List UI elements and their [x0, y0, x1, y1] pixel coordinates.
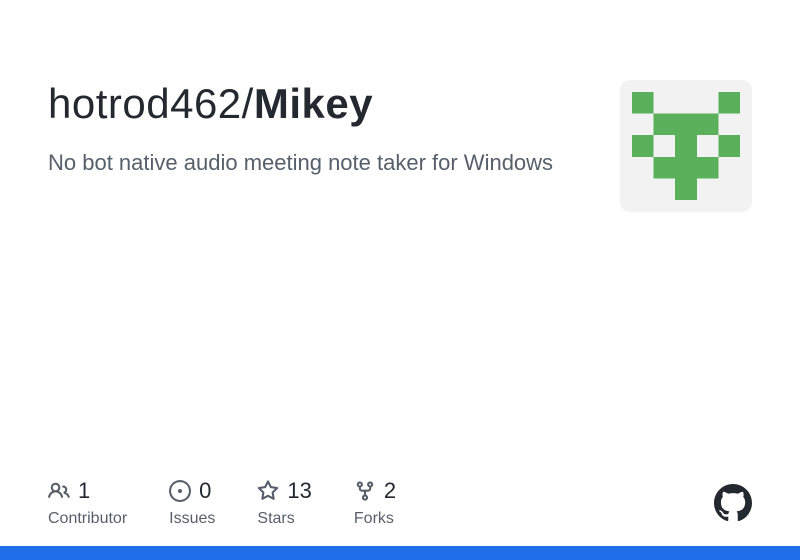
stat-value: 1	[78, 478, 90, 504]
stat-label: Forks	[354, 510, 396, 528]
repo-description: No bot native audio meeting note taker f…	[48, 146, 596, 179]
stat-label: Contributor	[48, 510, 127, 528]
fork-icon	[354, 480, 376, 502]
stat-top: 2	[354, 478, 396, 504]
issue-icon	[169, 480, 191, 502]
people-icon	[48, 480, 70, 502]
avatar[interactable]	[620, 80, 752, 212]
stat-stars[interactable]: 13 Stars	[257, 478, 311, 528]
title-block: hotrod462/Mikey No bot native audio meet…	[48, 80, 596, 179]
stats: 1 Contributor 0 Issues 13 Stars	[48, 478, 396, 528]
header-row: hotrod462/Mikey No bot native audio meet…	[48, 80, 752, 212]
stat-top: 0	[169, 478, 215, 504]
star-icon	[257, 480, 279, 502]
stat-value: 0	[199, 478, 211, 504]
repo-owner[interactable]: hotrod462	[48, 80, 242, 127]
stat-top: 1	[48, 478, 127, 504]
stat-label: Issues	[169, 510, 215, 528]
accent-bar	[0, 546, 800, 560]
stats-row: 1 Contributor 0 Issues 13 Stars	[48, 478, 752, 528]
avatar-pixel-icon	[632, 92, 740, 200]
stat-label: Stars	[257, 510, 311, 528]
stat-issues[interactable]: 0 Issues	[169, 478, 215, 528]
stat-value: 13	[287, 478, 311, 504]
repo-title: hotrod462/Mikey	[48, 80, 596, 128]
repo-name[interactable]: Mikey	[254, 80, 373, 127]
stat-value: 2	[384, 478, 396, 504]
github-logo-icon[interactable]	[714, 484, 752, 522]
repo-card: hotrod462/Mikey No bot native audio meet…	[0, 0, 800, 560]
stat-contributors[interactable]: 1 Contributor	[48, 478, 127, 528]
stat-forks[interactable]: 2 Forks	[354, 478, 396, 528]
repo-separator: /	[242, 80, 254, 127]
stat-top: 13	[257, 478, 311, 504]
